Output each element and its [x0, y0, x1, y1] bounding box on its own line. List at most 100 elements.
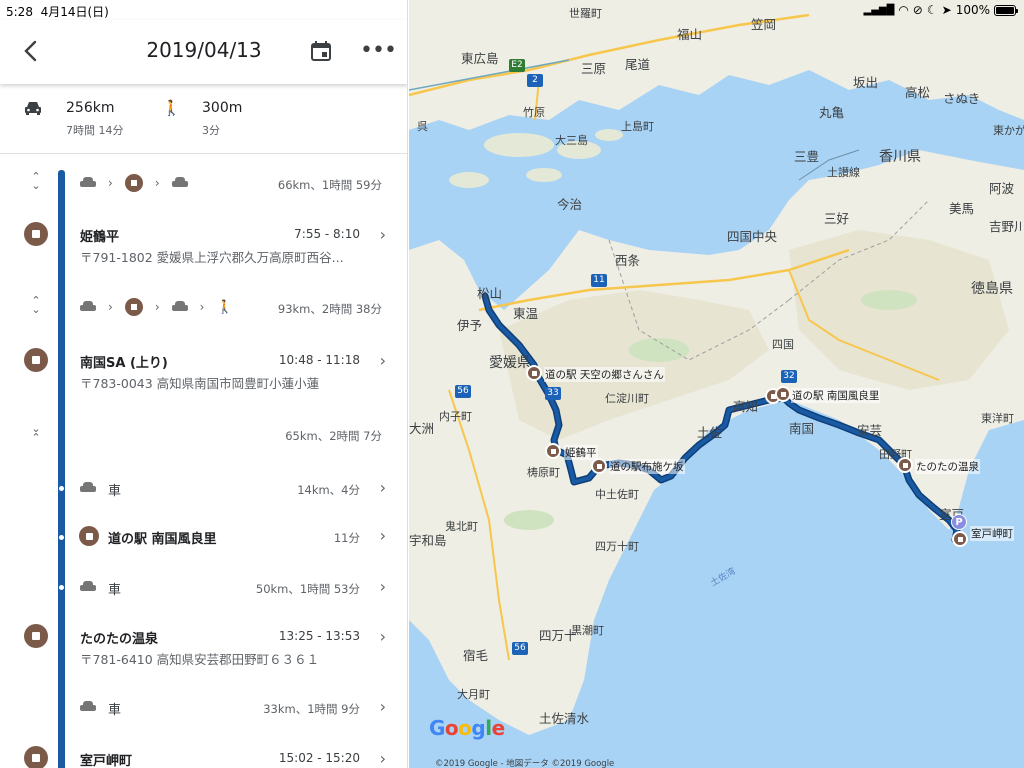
road-shield: 33 — [545, 387, 561, 400]
map-label: 黒潮町 — [571, 624, 604, 637]
map-stop-pin[interactable] — [591, 458, 607, 474]
segment-row-3[interactable]: ⌄ ⌃ 65km、2時間 7分 — [0, 422, 407, 446]
chevron-right-icon: › — [199, 300, 205, 314]
app-bar: 2019/04/13 ••• — [0, 20, 407, 84]
segment-row-2[interactable]: ⌃ ⌄ › › › 🚶 93km、2時間 38分 — [0, 292, 407, 322]
status-icons: ▂▄▆█ ◠ ⊘ ☾ ➤ 100% — [863, 3, 1018, 17]
chevron-right-icon: › — [108, 300, 113, 314]
chevron-right-icon[interactable]: › — [380, 577, 386, 596]
stop-row-2[interactable]: 南国SA (上り) 10:48 - 11:18 › 〒783-0043 高知県南… — [0, 346, 407, 396]
stop-name: 南国SA (上り) — [80, 356, 168, 371]
stop-name: 室戸岬町 — [80, 754, 133, 768]
mode-label: 車 — [108, 583, 122, 598]
chevron-right-icon[interactable]: › — [380, 697, 386, 716]
chevron-right-icon[interactable]: › — [380, 627, 386, 646]
map-label: 坂出 — [853, 75, 879, 90]
more-horiz-icon[interactable]: ••• — [360, 38, 397, 63]
map-label: 土佐 — [697, 425, 723, 440]
map-label: 呉 — [417, 120, 428, 133]
chevron-right-icon[interactable]: › — [380, 478, 386, 497]
expand-icon[interactable]: ⌃ ⌄ — [28, 295, 44, 315]
segment-row-4[interactable]: 車 33km、1時間 9分 › — [0, 695, 407, 719]
page-title[interactable]: 2019/04/13 — [0, 38, 407, 62]
sub-stop-row[interactable]: 道の駅 南国風良里 11分 › — [0, 525, 407, 549]
map-stop-label: 道の駅 南国風良里 — [791, 388, 881, 403]
map-label: 四国中央 — [727, 229, 778, 244]
road-shield: 56 — [455, 385, 471, 398]
map-label: 松山 — [477, 286, 503, 301]
chevron-right-icon[interactable]: › — [380, 351, 386, 370]
map-label: 福山 — [677, 27, 703, 42]
map-label: 西条 — [615, 253, 641, 268]
stop-icon — [124, 298, 143, 316]
expand-icon[interactable]: ⌃ ⌄ — [28, 171, 44, 191]
calendar-icon[interactable] — [310, 40, 334, 64]
day-summary: 256km 7時間 14分 🚶 300m 3分 — [0, 86, 407, 154]
status-date: 4月14日(日) — [40, 5, 109, 19]
road-shield: E2 — [509, 59, 525, 72]
stop-icon — [79, 526, 99, 546]
map-label: 南国 — [789, 421, 815, 436]
map-stop-pin[interactable] — [952, 531, 968, 547]
car-icon — [80, 177, 96, 189]
stop-icon — [24, 746, 48, 768]
map-stop-label: たのたの温泉 — [915, 459, 980, 474]
map-stop-pin[interactable] — [526, 365, 542, 381]
map-label: 高松 — [905, 85, 931, 100]
map-label: 内子町 — [439, 410, 472, 423]
parking-icon[interactable]: P — [951, 514, 967, 530]
map-label: 東洋町 — [981, 412, 1014, 425]
battery-icon — [994, 4, 1018, 16]
status-bar: 5:28 4月14日(日) ▂▄▆█ ◠ ⊘ ☾ ➤ 100% — [0, 0, 1024, 20]
map-label: 宿毛 — [463, 648, 489, 663]
stop-row-3[interactable]: たのたの温泉 13:25 - 13:53 › 〒781-6410 高知県安芸郡田… — [0, 622, 407, 672]
stop-row-1[interactable]: 姫鶴平 7:55 - 8:10 › 〒791-1802 愛媛県上浮穴郡久万高原町… — [0, 220, 407, 270]
map-label: 香川県 — [879, 149, 921, 165]
collapse-icon[interactable]: ⌄ ⌃ — [28, 423, 44, 443]
segment-summary: 65km、2時間 7分 — [285, 429, 382, 443]
map-stop-label: 道の駅 天空の郷さんさん — [544, 367, 665, 382]
car-icon — [80, 581, 96, 593]
sub-segment-row[interactable]: 車 14km、4分 › — [0, 476, 407, 500]
chevron-right-icon[interactable]: › — [380, 749, 386, 768]
map-label: 丸亀 — [819, 105, 845, 120]
chevron-right-icon[interactable]: › — [380, 225, 386, 244]
map-label: 竹原 — [523, 106, 545, 119]
car-icon — [80, 482, 96, 494]
map-label: 尾道 — [625, 57, 651, 72]
map-label: 今治 — [557, 197, 583, 212]
car-icon — [80, 301, 96, 313]
map-label: 愛媛県 — [489, 355, 531, 371]
chevron-right-icon[interactable]: › — [380, 526, 386, 545]
car-icon — [24, 100, 42, 120]
stop-time: 13:25 - 13:53 — [278, 629, 360, 643]
map-stop-pin[interactable] — [545, 443, 561, 459]
sub-segment-row[interactable]: 車 50km、1時間 53分 › — [0, 575, 407, 599]
map-label: 土讃線 — [827, 166, 860, 179]
map-label: さぬき — [943, 91, 981, 106]
timeline-panel: 2019/04/13 ••• 256km 7時間 14分 🚶 300m 3分 ⌃… — [0, 0, 408, 768]
stop-name: たのたの温泉 — [80, 632, 159, 647]
map-label: 三原 — [581, 61, 607, 76]
map-label: 仁淀川町 — [605, 392, 649, 405]
map-label: 鬼北町 — [445, 520, 478, 533]
map-label: 大月町 — [457, 688, 490, 701]
map-label: 阿波 — [989, 181, 1015, 196]
road-shield: 32 — [781, 370, 797, 383]
segment-summary: 93km、2時間 38分 — [277, 302, 382, 316]
wifi-icon: ◠ — [898, 3, 909, 17]
map-view[interactable]: 世羅町 福山 笠岡 東広島 三原 尾道 竹原 呉 大三島 上島町 今治 丸亀 坂… — [409, 0, 1024, 768]
segment-row-1[interactable]: ⌃ ⌄ › › 66km、1時間 59分 — [0, 168, 407, 198]
map-canvas[interactable] — [409, 0, 1024, 768]
chevron-right-icon: › — [154, 300, 160, 314]
map-label: 四万十町 — [595, 540, 639, 553]
map-stop-pin[interactable] — [897, 457, 913, 473]
map-label: 大三島 — [555, 134, 588, 147]
battery-percent: 100% — [955, 3, 990, 17]
mode-sequence: › › › 🚶 — [80, 298, 233, 316]
stop-time: 7:55 - 8:10 — [294, 227, 360, 241]
stop-row-4[interactable]: 室戸岬町 15:02 - 15:20 › — [0, 744, 407, 768]
map-stop-pin[interactable] — [775, 386, 791, 402]
map-label: 高知 — [733, 399, 759, 414]
signal-icon: ▂▄▆█ — [863, 4, 895, 16]
